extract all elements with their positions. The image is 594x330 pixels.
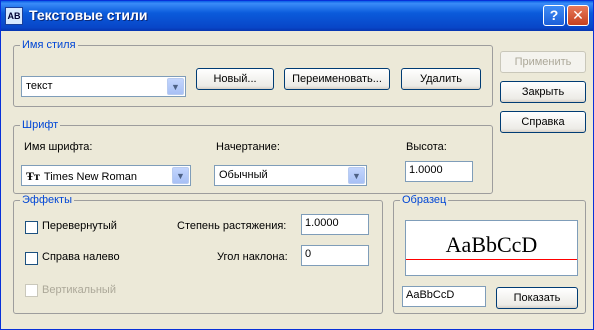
width-factor-label: Степень растяжения: [177, 220, 287, 232]
window-title: Текстовые стили [29, 7, 148, 23]
preview-sample-text: AaBbCcD [445, 232, 538, 257]
effects-legend: Эффекты [22, 194, 73, 206]
preview-text-input[interactable]: AaBbCcD [402, 286, 486, 307]
height-input[interactable]: 1.0000 [405, 161, 473, 182]
style-name-legend: Имя стиля [22, 39, 76, 51]
chevron-down-icon[interactable]: ▼ [172, 167, 189, 184]
preview-canvas: AaBbCcD [405, 220, 578, 276]
font-name-value: Times New Roman [43, 171, 138, 183]
width-factor-input[interactable]: 1.0000 [301, 214, 369, 235]
oblique-angle-input[interactable]: 0 [301, 245, 369, 266]
show-preview-button[interactable]: Показать [496, 287, 578, 309]
title-bar[interactable]: AB Текстовые стили ? ✕ [1, 1, 593, 31]
style-name-value: текст [26, 80, 53, 92]
font-style-label: Начертание: [216, 141, 280, 153]
truetype-font-icon: Ŧт [26, 169, 40, 183]
font-legend: Шрифт [22, 119, 59, 131]
backwards-checkbox[interactable] [25, 252, 38, 265]
font-style-dropdown[interactable]: Обычный ▼ [214, 165, 367, 186]
style-name-dropdown[interactable]: текст ▼ [21, 76, 186, 97]
chevron-down-icon[interactable]: ▼ [167, 78, 184, 95]
delete-style-button[interactable]: Удалить [401, 68, 481, 90]
preview-baseline [406, 259, 577, 260]
backwards-label[interactable]: Справа налево [42, 251, 120, 263]
font-name-label: Имя шрифта: [24, 141, 93, 153]
close-window-button[interactable]: ✕ [567, 5, 589, 26]
close-button[interactable]: Закрыть [500, 81, 586, 103]
upside-down-label[interactable]: Перевернутый [42, 220, 117, 232]
upside-down-checkbox[interactable] [25, 221, 38, 234]
font-name-dropdown[interactable]: Ŧт Times New Roman ▼ [21, 165, 191, 186]
vertical-checkbox[interactable] [25, 284, 38, 297]
preview-legend: Образец [402, 194, 447, 206]
vertical-label: Вертикальный [42, 284, 116, 296]
app-icon: AB [5, 7, 23, 25]
font-name-display: Ŧт Times New Roman [26, 169, 137, 184]
font-style-value: Обычный [219, 169, 268, 181]
chevron-down-icon[interactable]: ▼ [348, 167, 365, 184]
rename-style-button[interactable]: Переименовать... [284, 68, 390, 90]
help-button[interactable]: ? [543, 5, 565, 26]
oblique-angle-label: Угол наклона: [217, 251, 288, 263]
help-dialog-button[interactable]: Справка [500, 111, 586, 133]
new-style-button[interactable]: Новый... [196, 68, 274, 90]
text-style-dialog: AB Текстовые стили ? ✕ Имя стиля текст ▼… [0, 0, 594, 330]
apply-button[interactable]: Применить [500, 51, 586, 73]
height-label: Высота: [406, 141, 447, 153]
